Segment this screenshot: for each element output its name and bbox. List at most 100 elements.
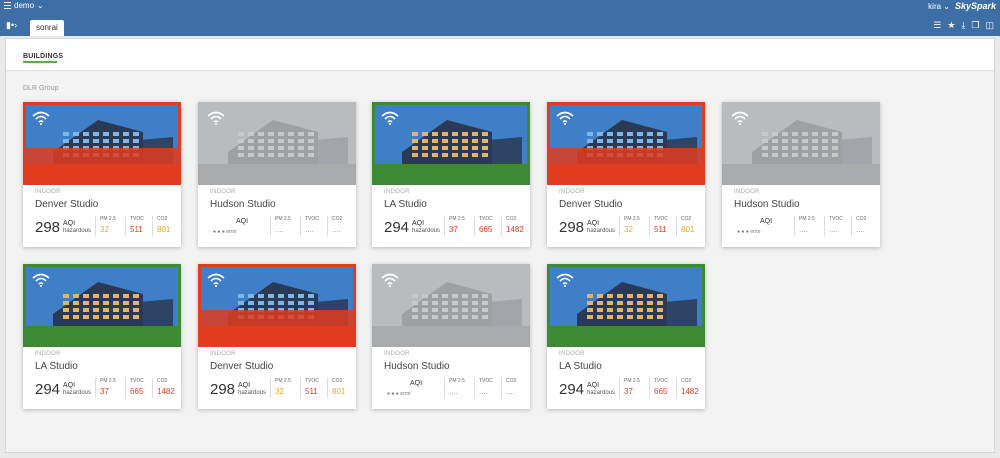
- list-icon[interactable]: ☰: [933, 20, 941, 30]
- title-underline: [23, 61, 57, 63]
- pm25-metric: PM 2.5 37: [619, 378, 649, 398]
- building-name: Denver Studio: [559, 199, 623, 210]
- building-name: LA Studio: [35, 361, 78, 372]
- building-name: Hudson Studio: [210, 199, 276, 210]
- page-title: BUILDINGS: [23, 53, 64, 60]
- co2-metric: CO2....: [501, 378, 528, 398]
- building-type: INDOOR: [35, 189, 61, 195]
- building-type: INDOOR: [559, 351, 585, 357]
- brand-logo: SkySpark: [954, 1, 996, 11]
- aqi-value: 298: [35, 219, 61, 236]
- co2-metric: CO2 801: [152, 216, 179, 236]
- tvoc-metric: TVOC....: [474, 378, 501, 398]
- tvoc-metric: TVOC 511: [649, 216, 676, 236]
- aqi-label: AQI hazardous: [238, 382, 267, 396]
- building-type: INDOOR: [35, 351, 61, 357]
- panel-icon[interactable]: ◫: [985, 20, 994, 30]
- building-type: INDOOR: [210, 189, 236, 195]
- tvoc-metric: TVOC....: [824, 216, 851, 236]
- aqi-label: AQI hazardous: [63, 382, 92, 396]
- building-card[interactable]: + INDOOR LA Studio 294 AQI hazardous PM 2.5 37 T…: [372, 102, 530, 247]
- group-label: DLR Group: [23, 85, 59, 92]
- pm25-metric: PM 2.5 37: [95, 378, 125, 398]
- building-card[interactable]: INDOOR Hudson Studio AQI ● ● ● error PM 2.5.…: [372, 264, 530, 409]
- co2-metric: CO2 1482: [501, 216, 528, 236]
- building-card[interactable]: — INDOOR Denver Studio 298 AQI hazardous PM 2.…: [23, 102, 181, 247]
- wifi-icon: [731, 111, 749, 125]
- aqi-label: AQI hazardous: [63, 220, 92, 234]
- co2-metric: CO2....: [327, 216, 354, 236]
- building-card[interactable]: — INDOOR Denver Studio 298 AQI hazardous PM 2.…: [198, 264, 356, 409]
- aqi-value: 294: [384, 219, 410, 236]
- tvoc-metric: TVOC 665: [125, 378, 152, 398]
- pm25-metric: PM 2.5 32: [619, 216, 649, 236]
- aqi-error: ● ● ● error: [387, 391, 411, 397]
- aqi-label: AQI hazardous: [587, 382, 616, 396]
- aqi-label: AQI hazardous: [412, 220, 441, 234]
- tab-sonrai[interactable]: sonrai: [30, 20, 64, 36]
- aqi-value: 294: [559, 381, 585, 398]
- building-name: LA Studio: [384, 199, 427, 210]
- pm25-metric: PM 2.5....: [794, 216, 824, 236]
- user-menu[interactable]: kira ⌄: [928, 2, 950, 11]
- tvoc-metric: TVOC....: [300, 216, 327, 236]
- chevron-down-icon: ⌄: [37, 1, 44, 10]
- building-type: INDOOR: [559, 189, 585, 195]
- app-switcher[interactable]: demo ⌄: [4, 1, 44, 10]
- wifi-icon: [207, 273, 225, 287]
- wifi-icon: [556, 111, 574, 125]
- wifi-icon: [207, 111, 225, 125]
- aqi-label: AQI hazardous: [587, 220, 616, 234]
- pm25-metric: PM 2.5 32: [270, 378, 300, 398]
- tvoc-metric: TVOC 511: [125, 216, 152, 236]
- aqi-label: AQI: [760, 218, 773, 225]
- building-type: INDOOR: [384, 351, 410, 357]
- menu-icon: [4, 2, 11, 9]
- tab-bar: ▮•› sonrai ☰ ★ ⤓ ❐ ◫: [0, 14, 1000, 36]
- tvoc-metric: TVOC 665: [474, 216, 501, 236]
- building-name: LA Studio: [559, 361, 602, 372]
- building-type: INDOOR: [210, 351, 236, 357]
- co2-metric: CO2 801: [327, 378, 354, 398]
- wifi-icon: [556, 273, 574, 287]
- wifi-icon: [32, 273, 50, 287]
- nav-tree-icon[interactable]: ▮•›: [6, 20, 20, 30]
- building-card[interactable]: INDOOR Hudson Studio AQI ● ● ● error PM 2.5.…: [722, 102, 880, 247]
- copy-icon[interactable]: ❐: [971, 20, 979, 30]
- top-bar: demo ⌄ kira ⌄ SkySpark: [0, 0, 1000, 14]
- aqi-label: AQI: [236, 218, 249, 225]
- co2-metric: CO2....: [851, 216, 878, 236]
- download-icon[interactable]: ⤓: [961, 20, 965, 30]
- building-name: Hudson Studio: [734, 199, 800, 210]
- wifi-icon: [381, 273, 399, 287]
- toolbar: ☰ ★ ⤓ ❐ ◫: [933, 20, 994, 30]
- pm25-metric: PM 2.5 37: [444, 216, 474, 236]
- building-name: Denver Studio: [35, 199, 99, 210]
- building-type: INDOOR: [734, 189, 760, 195]
- co2-metric: CO2 1482: [676, 378, 703, 398]
- building-type: INDOOR: [384, 189, 410, 195]
- wifi-icon: [32, 111, 50, 125]
- building-name: Hudson Studio: [384, 361, 450, 372]
- tvoc-metric: TVOC 511: [300, 378, 327, 398]
- aqi-value: 298: [559, 219, 585, 236]
- building-card[interactable]: + INDOOR LA Studio 294 AQI hazardous PM 2.5 37 T…: [23, 264, 181, 409]
- building-card[interactable]: + INDOOR LA Studio 294 AQI hazardous PM 2.5 37 T…: [547, 264, 705, 409]
- page-header: BUILDINGS: [6, 39, 994, 71]
- pm25-metric: PM 2.5 32: [95, 216, 125, 236]
- main-content: BUILDINGS DLR Group — INDOOR Denver Studio…: [5, 38, 995, 453]
- building-name: Denver Studio: [210, 361, 274, 372]
- pm25-metric: PM 2.5....: [444, 378, 474, 398]
- co2-metric: CO2 1482: [152, 378, 179, 398]
- building-card[interactable]: INDOOR Hudson Studio AQI ● ● ● error PM 2.5.…: [198, 102, 356, 247]
- co2-metric: CO2 801: [676, 216, 703, 236]
- aqi-value: 298: [210, 381, 236, 398]
- app-name: demo: [14, 1, 35, 10]
- tvoc-metric: TVOC 665: [649, 378, 676, 398]
- star-icon[interactable]: ★: [947, 20, 955, 30]
- building-card[interactable]: — INDOOR Denver Studio 298 AQI hazardous PM 2.…: [547, 102, 705, 247]
- aqi-error: ● ● ● error: [213, 229, 237, 235]
- aqi-error: ● ● ● error: [737, 229, 761, 235]
- aqi-value: 294: [35, 381, 61, 398]
- user-name: kira: [928, 2, 942, 11]
